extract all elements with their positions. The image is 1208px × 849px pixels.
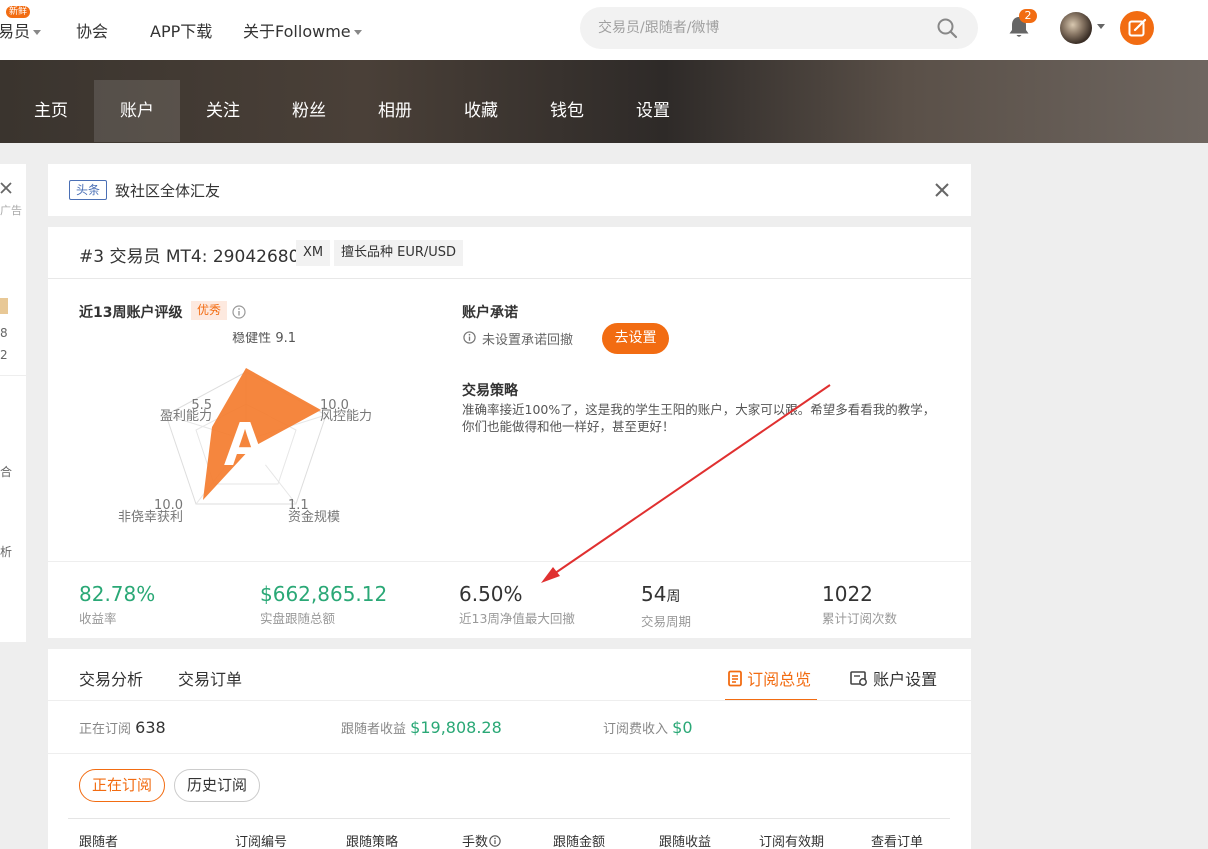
strategy-title: 交易策略 bbox=[462, 383, 518, 399]
search-box bbox=[580, 7, 978, 49]
radar-label-nonluck: 非侥幸获利 bbox=[118, 510, 183, 525]
specialty-tag: 擅长品种 EUR/USD bbox=[334, 240, 464, 266]
summary-fee-income: 订阅费收入 $0 bbox=[603, 718, 693, 737]
promise-status: 未设置承诺回撤 bbox=[482, 333, 574, 348]
tab-favorites[interactable]: 收藏 bbox=[447, 80, 515, 142]
strategy-description: 准确率接近100%了，这是我的学生王阳的账户，大家可以跟。希望多看看我的教学，你… bbox=[462, 402, 936, 434]
account-stats: 82.78% 收益率 $662,865.12 实盘跟随总额 6.50% 近13周… bbox=[48, 561, 971, 638]
stat-return: 82.78% 收益率 bbox=[79, 582, 156, 626]
divider bbox=[48, 700, 971, 701]
trader-profile-card: #3 交易员 MT4: 29042680 XM 擅长品种 EUR/USD 近13… bbox=[48, 227, 971, 638]
radar-label-scale: 资金规模 bbox=[288, 509, 340, 525]
current-subscriptions-button[interactable]: 正在订阅 bbox=[79, 769, 166, 802]
set-promise-button[interactable]: 去设置 bbox=[602, 323, 669, 354]
chevron-down-icon[interactable] bbox=[1097, 24, 1105, 29]
nav-about[interactable]: 关于Followme bbox=[243, 18, 362, 42]
grade-letter: A bbox=[223, 410, 268, 479]
write-post-button[interactable] bbox=[1120, 11, 1154, 45]
col-follower: 跟随者 bbox=[79, 835, 119, 849]
chevron-down-icon bbox=[33, 30, 42, 35]
tab-subscription-overview[interactable]: 订阅总览 bbox=[728, 666, 811, 690]
tab-fans[interactable]: 粉丝 bbox=[275, 80, 343, 142]
notice-link[interactable]: 致社区全体汇友 bbox=[115, 180, 220, 201]
radar-label-risk: 风控能力 bbox=[320, 409, 372, 424]
col-view-orders: 查看订单 bbox=[871, 835, 924, 849]
close-icon[interactable] bbox=[934, 182, 950, 198]
rating-badge: 优秀 bbox=[191, 301, 228, 320]
close-icon[interactable] bbox=[0, 182, 12, 194]
top-bar: 新鲜 易员 协会 APP下载 关于Followme 2 bbox=[0, 0, 1208, 60]
col-follow-amount: 跟随金额 bbox=[553, 835, 606, 849]
search-icon[interactable] bbox=[936, 17, 958, 39]
summary-subscribing: 正在订阅 638 bbox=[79, 718, 166, 737]
broker-tag: XM bbox=[296, 240, 331, 266]
history-subscriptions-button[interactable]: 历史订阅 bbox=[174, 769, 261, 802]
tab-settings[interactable]: 设置 bbox=[619, 80, 687, 142]
tab-trade-analysis[interactable]: 交易分析 bbox=[79, 666, 143, 690]
rating-radar-chart: A 稳健性 9.1 10.0 风控能力 5.5 盈利能力 1.1 资金规模 10… bbox=[118, 332, 372, 525]
subscription-card: 交易分析 交易订单 订阅总览 账户设置 正在订阅 638 跟随者收益 $19,8… bbox=[48, 649, 971, 849]
table-top-border bbox=[68, 818, 950, 819]
side-text: 合 bbox=[0, 465, 13, 479]
divider bbox=[0, 375, 26, 376]
side-text: 析 bbox=[0, 545, 13, 559]
info-icon[interactable] bbox=[232, 305, 246, 319]
promise-title: 账户承诺 bbox=[462, 305, 518, 321]
stat-follow-total: $662,865.12 实盘跟随总额 bbox=[260, 582, 388, 626]
side-number: 2 bbox=[0, 348, 8, 362]
trader-header: #3 交易员 MT4: 29042680 XM 擅长品种 EUR/USD bbox=[48, 227, 971, 279]
info-icon bbox=[463, 331, 476, 344]
chevron-down-icon bbox=[353, 30, 362, 35]
tab-album[interactable]: 相册 bbox=[361, 80, 429, 142]
headline-tag: 头条 bbox=[69, 180, 108, 200]
trader-rank-title: #3 交易员 MT4: 29042680 bbox=[79, 247, 300, 267]
headline-notice[interactable]: 头条 致社区全体汇友 bbox=[48, 164, 971, 216]
col-lots: 手数 bbox=[462, 831, 501, 849]
tab-home[interactable]: 主页 bbox=[17, 80, 85, 142]
radar-label-profit: 盈利能力 bbox=[160, 409, 212, 424]
tab-following[interactable]: 关注 bbox=[189, 80, 257, 142]
summary-follower-income: 跟随者收益 $19,808.28 bbox=[341, 718, 502, 737]
divider bbox=[48, 753, 971, 754]
stat-subscriptions: 1022 累计订阅次数 bbox=[822, 582, 898, 626]
new-badge: 新鲜 bbox=[6, 6, 31, 18]
tab-account-settings[interactable]: 账户设置 bbox=[850, 666, 937, 690]
nav-traders[interactable]: 易员 bbox=[0, 18, 42, 42]
col-validity: 订阅有效期 bbox=[759, 835, 825, 849]
stat-trading-period: 54周 交易周期 bbox=[641, 582, 692, 629]
radar-value-stability: 稳健性 9.1 bbox=[232, 332, 296, 346]
side-number: 8 bbox=[0, 326, 8, 340]
stat-max-drawdown: 6.50% 近13周净值最大回撤 bbox=[459, 582, 575, 626]
promo-image bbox=[0, 298, 8, 314]
avatar[interactable] bbox=[1060, 12, 1092, 44]
tab-trade-orders[interactable]: 交易订单 bbox=[178, 666, 242, 690]
tab-wallet[interactable]: 钱包 bbox=[533, 80, 601, 142]
document-icon bbox=[728, 670, 742, 687]
tab-account[interactable]: 账户 bbox=[94, 80, 180, 142]
left-sidebar-card: 广告 8 2 合 析 bbox=[0, 164, 26, 642]
edit-icon bbox=[1128, 18, 1147, 37]
col-subscription-id: 订阅编号 bbox=[235, 835, 288, 849]
rating-title: 近13周账户评级 bbox=[79, 305, 183, 321]
nav-app-download[interactable]: APP下载 bbox=[150, 18, 212, 42]
search-input[interactable] bbox=[598, 18, 918, 38]
profile-banner: 主页 账户 关注 粉丝 相册 收藏 钱包 设置 bbox=[0, 60, 1208, 143]
col-follow-profit: 跟随收益 bbox=[659, 835, 712, 849]
ad-label: 广告 bbox=[0, 204, 22, 217]
info-icon[interactable] bbox=[489, 835, 501, 847]
settings-icon bbox=[850, 671, 867, 686]
nav-association[interactable]: 协会 bbox=[76, 18, 108, 42]
col-strategy: 跟随策略 bbox=[346, 835, 399, 849]
notification-count-badge: 2 bbox=[1019, 9, 1037, 23]
